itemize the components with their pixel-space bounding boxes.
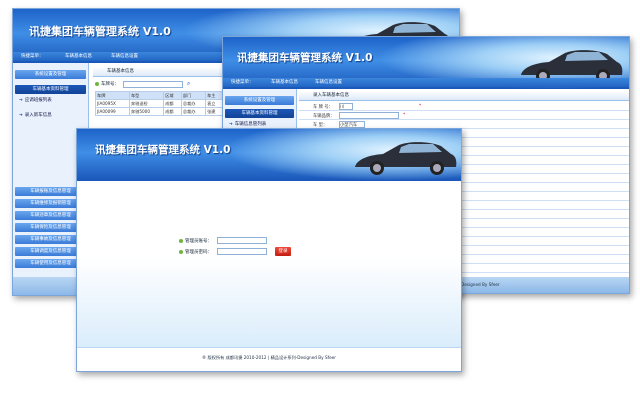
arrow-right-icon: ➜ [19, 98, 23, 103]
panel-title-bar: 车辆基本信息 [93, 67, 233, 77]
sidebar-link-duty-list[interactable]: ➜ 应调班报列表 [19, 97, 52, 103]
app-title: 讯捷集团车辆管理系统 V1.0 [237, 52, 373, 64]
nav-link-vehicle-info[interactable]: 车辆基本信息 [271, 79, 298, 85]
quick-nav-bar: 快捷菜单： 车辆基本信息 车辆信息设置 [223, 78, 629, 87]
table-cell: 袁立 [205, 99, 224, 108]
table-cell: 总裁办 [180, 99, 207, 108]
panel-title: 录入车辆基本信息 [313, 93, 349, 98]
column-header: 车牌 [95, 91, 130, 100]
column-header: 车型 [128, 91, 165, 100]
table-cell: 总裁办 [180, 107, 207, 116]
bullet-icon [179, 238, 183, 243]
required-mark: * [419, 104, 422, 109]
nav-link-vehicle-settings[interactable]: 车辆信息设置 [111, 53, 138, 59]
footer-credit: Designed By Sfeer [461, 282, 500, 287]
table-cell: JIA00099 [95, 107, 130, 116]
panel-title: 车辆基本信息 [107, 69, 134, 74]
search-icon[interactable]: ⌕ [187, 80, 190, 88]
column-header: 区域 [163, 91, 182, 100]
table-cell: 奔驰5000 [128, 107, 165, 116]
app-title: 讯捷集团车辆管理系统 V1.0 [29, 25, 171, 38]
arrow-right-icon: ➜ [229, 122, 233, 127]
nav-link-vehicle-info[interactable]: 车辆基本信息 [65, 53, 92, 59]
table-cell: 成都 [163, 107, 182, 116]
sidebar-button-vehicle-data[interactable]: 车辆基本资料管理 [225, 109, 294, 118]
table-row[interactable]: JIA0095X 奔驰送检 成都 总裁办 袁立 0 [95, 99, 236, 108]
window-login: 讯捷集团车辆管理系统 V1.0 管理员账号： 管理员密码： 登录 ® 版权所有 … [76, 128, 462, 372]
quick-nav-label: 快捷菜单： [21, 54, 44, 59]
car-image-icon [355, 142, 457, 175]
field-label-brand: 车辆品牌： [313, 114, 335, 119]
table-cell: 奔驰送检 [128, 99, 165, 108]
header-banner: 讯捷集团车辆管理系统 V1.0 [77, 129, 461, 181]
search-label: 车牌号： [95, 81, 119, 87]
sidebar-button-system[interactable]: 系统设置及管理 [225, 96, 294, 105]
form-row-brand: 车辆品牌： * [299, 112, 629, 120]
bullet-icon [179, 249, 183, 254]
sidebar-link-new-vehicle[interactable]: ➜ 录入新车信息 [19, 112, 52, 118]
field-label-plate: 车 牌 号： [313, 105, 333, 110]
search-input[interactable] [123, 81, 183, 88]
sidebar-button-vehicle-data[interactable]: 车辆基本资料管理 [15, 85, 86, 94]
login-footer: ® 版权所有 成都讯捷 2010-2012 | 精品设计系列-Designed … [77, 347, 461, 371]
footer-copyright: ® 版权所有 成都讯捷 2010-2012 | 精品设计系列-Designed … [202, 355, 336, 360]
column-header: 车主 [205, 91, 224, 100]
required-mark: * [403, 113, 406, 118]
table-row[interactable]: JIA00099 奔驰5000 成都 总裁办 张建 0 [95, 107, 236, 116]
username-input[interactable] [217, 237, 267, 244]
type-select[interactable]: 小型汽车 [339, 121, 365, 128]
table-cell: 张建 [205, 107, 224, 116]
bullet-icon [95, 81, 99, 86]
vehicle-table: 车牌 车型 区域 部门 车主 单 JIA0095X 奔驰送检 成都 总裁办 袁立… [95, 91, 236, 116]
quick-nav-label: 快捷菜单： [231, 80, 254, 85]
panel-title-bar: 录入车辆基本信息 [299, 91, 629, 101]
password-label: 管理员密码： [179, 249, 212, 255]
nav-link-vehicle-settings[interactable]: 车辆信息设置 [315, 79, 342, 85]
password-input[interactable] [217, 248, 267, 255]
table-cell: JIA0095X [95, 99, 130, 108]
column-header: 部门 [180, 91, 207, 100]
table-cell: 成都 [163, 99, 182, 108]
app-title: 讯捷集团车辆管理系统 V1.0 [95, 144, 231, 156]
form-row-plate: 车 牌 号： 川 * [299, 103, 629, 111]
login-button[interactable]: 登录 [275, 247, 291, 256]
table-header-row: 车牌 车型 区域 部门 车主 单 [95, 91, 236, 100]
brand-input[interactable] [339, 112, 399, 119]
sidebar-button-system[interactable]: 系统设置及管理 [15, 70, 86, 79]
arrow-right-icon: ➜ [19, 113, 23, 118]
login-body: 管理员账号： 管理员密码： 登录 [77, 181, 461, 349]
username-label: 管理员账号： [179, 238, 212, 244]
sidebar-link-vehicle-list[interactable]: ➜ 车辆信息管列表 [229, 121, 266, 127]
plate-prefix-select[interactable]: 川 [339, 103, 353, 110]
